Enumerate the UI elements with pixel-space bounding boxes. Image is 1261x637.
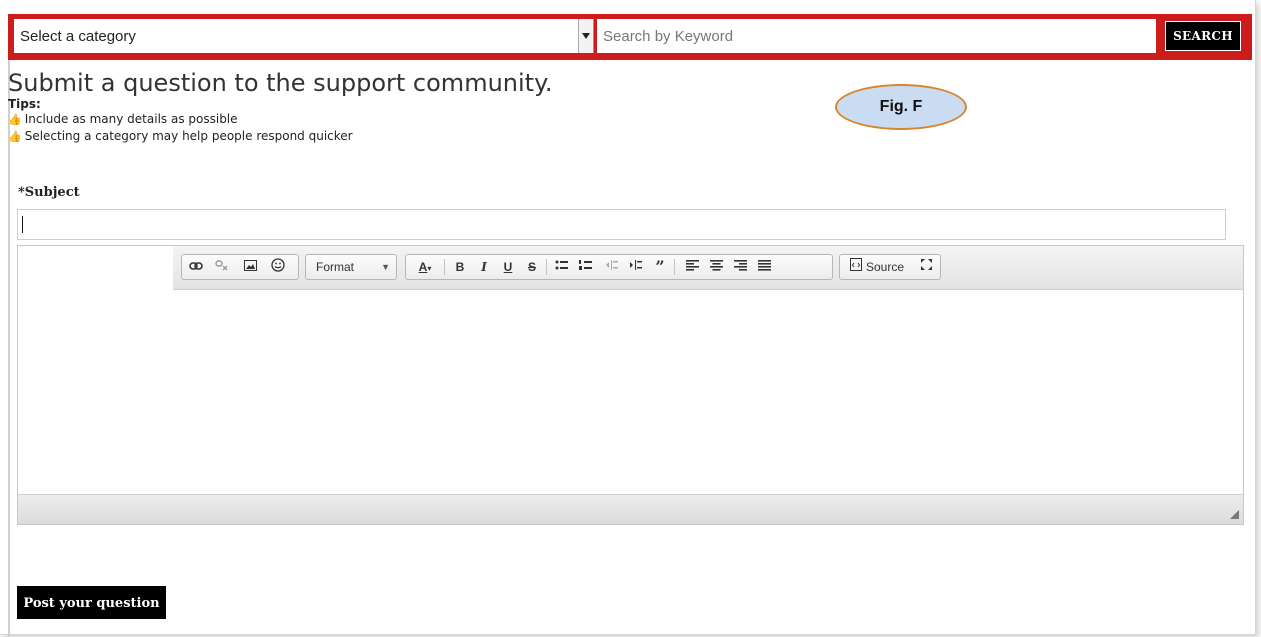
indent-icon[interactable] <box>626 258 646 276</box>
tip-item: 👍 Include as many details as possible <box>8 112 238 126</box>
underline-icon[interactable]: U <box>498 258 518 276</box>
editor-toolbar: Format ▼ A▾ B I U S ” Source <box>173 246 1243 290</box>
align-center-icon[interactable] <box>706 258 726 276</box>
search-button[interactable]: SEARCH <box>1165 21 1241 51</box>
toolbar-group-insert <box>181 254 299 280</box>
page-title: Submit a question to the support communi… <box>8 69 553 97</box>
search-bar: Select a category SEARCH <box>8 14 1252 60</box>
blockquote-icon[interactable]: ” <box>650 258 670 276</box>
link-icon[interactable] <box>186 258 206 276</box>
tips-label: Tips: <box>8 97 41 111</box>
numbered-list-icon[interactable] <box>576 258 596 276</box>
unlink-icon[interactable] <box>212 258 232 276</box>
thumbs-up-icon: 👍 <box>8 113 22 126</box>
tip-text: Selecting a category may help people res… <box>24 129 353 143</box>
image-icon[interactable] <box>240 258 260 276</box>
toolbar-separator <box>444 259 445 275</box>
bulleted-list-icon[interactable] <box>552 258 572 276</box>
source-button-label[interactable]: Source <box>866 258 908 276</box>
format-dropdown-label: Format <box>316 260 355 274</box>
maximize-icon[interactable] <box>916 258 936 276</box>
editor-status-bar <box>18 494 1243 524</box>
strikethrough-icon[interactable]: S <box>522 258 542 276</box>
resize-handle-icon[interactable] <box>1230 510 1239 519</box>
chevron-down-icon[interactable] <box>578 19 593 53</box>
italic-icon[interactable]: I <box>474 258 494 276</box>
toolbar-separator <box>674 259 675 275</box>
toolbar-group-document: Source <box>839 254 941 280</box>
source-icon[interactable] <box>846 258 866 276</box>
text-cursor <box>22 216 23 233</box>
outdent-icon[interactable] <box>602 258 622 276</box>
category-select[interactable]: Select a category <box>14 19 594 53</box>
format-dropdown[interactable]: Format ▼ <box>305 254 397 280</box>
tip-text: Include as many details as possible <box>24 112 238 126</box>
thumbs-up-icon: 👍 <box>8 130 22 143</box>
tip-item: 👍 Selecting a category may help people re… <box>8 129 353 143</box>
align-left-icon[interactable] <box>682 258 702 276</box>
post-question-button[interactable]: Post your question <box>17 586 166 619</box>
bold-icon[interactable]: B <box>450 258 470 276</box>
category-select-value: Select a category <box>20 28 136 45</box>
subject-input[interactable] <box>17 209 1226 240</box>
rich-text-editor: Format ▼ A▾ B I U S ” Source <box>17 245 1244 525</box>
toolbar-group-formatting: A▾ B I U S ” <box>405 254 833 280</box>
toolbar-separator <box>546 259 547 275</box>
justify-icon[interactable] <box>754 258 774 276</box>
text-color-icon[interactable]: A▾ <box>410 258 440 276</box>
keyword-search-input[interactable] <box>597 19 1156 53</box>
align-right-icon[interactable] <box>730 258 750 276</box>
left-border <box>8 60 10 637</box>
subject-label: *Subject <box>18 185 80 200</box>
smiley-icon[interactable] <box>268 258 288 276</box>
editor-content-area[interactable] <box>18 290 1243 495</box>
figure-label-badge: Fig. F <box>835 84 967 130</box>
chevron-down-icon: ▼ <box>381 262 390 272</box>
